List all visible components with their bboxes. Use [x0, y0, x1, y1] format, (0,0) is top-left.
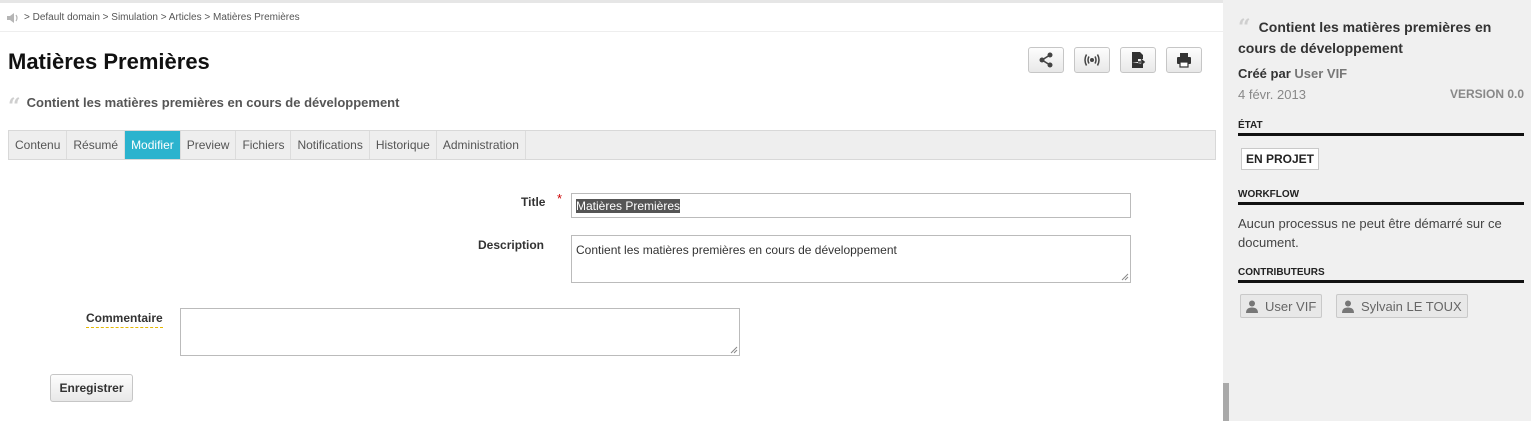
save-button[interactable]: Enregistrer [50, 374, 133, 402]
resize-grip-icon[interactable] [730, 346, 738, 354]
title-label: Title [521, 195, 546, 209]
export-icon [1132, 52, 1146, 68]
workflow-heading: WORKFLOW [1238, 189, 1524, 205]
description-textarea[interactable]: Contient les matières premières en cours… [571, 235, 1131, 283]
tab-contenu[interactable]: Contenu [9, 131, 68, 159]
quote-icon: “ [8, 93, 21, 120]
workflow-text: Aucun processus ne peut être démarré sur… [1238, 216, 1502, 250]
sidebar-title-text: Contient les matières premières en cours… [1238, 19, 1492, 56]
user-icon [1246, 300, 1258, 313]
share-button[interactable] [1028, 47, 1064, 73]
action-toolbar [1028, 47, 1202, 73]
created-date: 4 févr. 2013 [1238, 87, 1306, 102]
contributor-chip[interactable]: Sylvain LE TOUX [1336, 294, 1468, 318]
print-button[interactable] [1166, 47, 1202, 73]
tab-administration[interactable]: Administration [437, 131, 526, 159]
tab-preview[interactable]: Preview [181, 131, 237, 159]
state-badge: EN PROJET [1241, 148, 1320, 170]
created-by-author[interactable]: User VIF [1294, 66, 1347, 81]
export-button[interactable] [1120, 47, 1156, 73]
required-marker: * [557, 191, 563, 206]
page-subtitle: “ Contient les matières premières en cou… [8, 93, 400, 120]
comment-label: Commentaire [86, 311, 163, 328]
quote-icon: “ [1238, 15, 1251, 41]
tab-resume[interactable]: Résumé [67, 131, 126, 159]
page-title: Matières Premières [8, 49, 210, 74]
info-sidebar: “Contient les matières premières en cour… [1229, 0, 1531, 421]
broadcast-button[interactable] [1074, 47, 1110, 73]
state-heading: ÉTAT [1238, 120, 1524, 136]
tab-bar: Contenu Résumé Modifier Preview Fichiers… [8, 130, 1216, 160]
description-label: Description [478, 238, 545, 252]
main-content: > Default domain > Simulation > Articles… [0, 0, 1223, 421]
breadcrumb-divider [0, 31, 1223, 32]
page-description: Contient les matières premières en cours… [26, 95, 400, 110]
version-label: VERSION 0.0 [1449, 87, 1524, 101]
contributor-chip[interactable]: User VIF [1240, 294, 1323, 318]
broadcast-icon [1084, 54, 1100, 66]
breadcrumb-path[interactable]: > Default domain > Simulation > Articles… [24, 12, 300, 23]
breadcrumb: > Default domain > Simulation > Articles… [6, 12, 300, 23]
tab-historique[interactable]: Historique [370, 131, 437, 159]
speaker-icon [7, 12, 18, 23]
tab-modifier[interactable]: Modifier [125, 131, 181, 159]
user-icon [1342, 300, 1354, 313]
comment-textarea[interactable] [180, 308, 740, 356]
contributors-heading: CONTRIBUTEURS [1238, 267, 1524, 283]
top-border [0, 0, 1223, 3]
title-input[interactable]: Matières Premières [571, 193, 1131, 218]
created-by: Créé par User VIF [1238, 66, 1347, 81]
contributor-name: Sylvain LE TOUX [1361, 298, 1462, 314]
resize-grip-icon[interactable] [1121, 273, 1129, 281]
contributor-name: User VIF [1265, 298, 1317, 314]
description-value: Contient les matières premières en cours… [576, 243, 897, 257]
tab-fichiers[interactable]: Fichiers [236, 131, 292, 159]
share-icon [1039, 52, 1053, 68]
sidebar-title: “Contient les matières premières en cour… [1238, 17, 1528, 59]
print-icon [1177, 53, 1191, 68]
tab-notifications[interactable]: Notifications [291, 131, 370, 159]
title-input-value: Matières Premières [576, 199, 681, 213]
created-by-prefix: Créé par [1238, 66, 1291, 81]
